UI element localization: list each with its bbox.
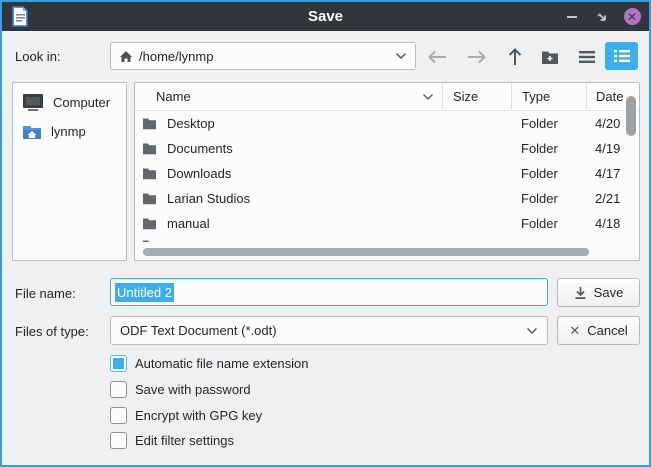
- window-title: Save: [2, 8, 649, 25]
- file-type-combobox[interactable]: ODF Text Document (*.odt): [110, 316, 548, 345]
- look-in-path: /home/lynmp: [139, 49, 213, 64]
- cancel-icon: ✕: [569, 323, 580, 339]
- file-list-panel: Name Size Type Date Desktop Folder 4/20: [134, 82, 640, 261]
- detail-view-button[interactable]: [605, 42, 638, 70]
- checkbox-edit-filter[interactable]: Edit filter settings: [110, 432, 234, 449]
- file-list-header: Name Size Type Date: [135, 83, 639, 111]
- up-button[interactable]: [501, 43, 529, 70]
- cancel-button-label: Cancel: [587, 323, 627, 338]
- file-row-manual[interactable]: manual Folder 4/18: [135, 211, 639, 236]
- forward-arrow-icon: [466, 49, 488, 65]
- files-of-type-label: Files of type:: [15, 324, 89, 339]
- folder-icon: [142, 217, 157, 230]
- look-in-combobox[interactable]: /home/lynmp: [110, 42, 416, 70]
- vertical-scrollbar-thumb[interactable]: [626, 96, 636, 136]
- file-name-label: File name:: [15, 286, 76, 301]
- sidebar-item-computer[interactable]: Computer: [13, 88, 126, 117]
- forward-button[interactable]: [463, 43, 491, 70]
- checkbox-automatic-extension[interactable]: Automatic file name extension: [110, 355, 308, 372]
- folder-icon: [142, 142, 157, 155]
- home-folder-icon: [22, 124, 42, 140]
- save-button[interactable]: Save: [557, 278, 640, 307]
- sort-chevron-icon: [422, 93, 434, 101]
- folder-icon: [142, 192, 157, 205]
- column-header-type[interactable]: Type: [511, 83, 586, 110]
- column-header-name[interactable]: Name: [135, 83, 442, 110]
- file-type-value: ODF Text Document (*.odt): [120, 323, 277, 338]
- restore-button[interactable]: [593, 8, 611, 26]
- detail-view-icon: [613, 49, 631, 63]
- checkbox-label: Automatic file name extension: [135, 356, 308, 371]
- computer-icon: [22, 93, 44, 112]
- partial-file-row[interactable]: [135, 236, 639, 242]
- checkbox-icon: [110, 407, 127, 424]
- chevron-down-icon: [395, 52, 407, 60]
- file-row-larian-studios[interactable]: Larian Studios Folder 2/21: [135, 186, 639, 211]
- chevron-down-icon: [526, 327, 538, 335]
- file-row-desktop[interactable]: Desktop Folder 4/20: [135, 111, 639, 136]
- checkbox-label: Edit filter settings: [135, 433, 234, 448]
- cancel-button[interactable]: ✕ Cancel: [557, 316, 640, 345]
- short-view-button[interactable]: [573, 43, 601, 70]
- home-icon: [119, 50, 133, 63]
- back-button[interactable]: [423, 43, 451, 70]
- folder-icon: [142, 117, 157, 130]
- file-row-downloads[interactable]: Downloads Folder 4/17: [135, 161, 639, 186]
- up-arrow-icon: [507, 47, 523, 67]
- save-dialog: Save ✕ Look in: /home/lynmp: [0, 0, 651, 467]
- look-in-label: Look in:: [15, 49, 61, 64]
- checkbox-save-with-password[interactable]: Save with password: [110, 381, 251, 398]
- horizontal-scrollbar[interactable]: [139, 248, 619, 256]
- checkbox-icon: [110, 381, 127, 398]
- save-button-label: Save: [594, 285, 624, 300]
- vertical-scrollbar[interactable]: [625, 86, 637, 238]
- close-button[interactable]: ✕: [623, 8, 641, 26]
- new-folder-button[interactable]: [536, 43, 564, 70]
- restore-icon: [595, 10, 609, 24]
- file-row-documents[interactable]: Documents Folder 4/19: [135, 136, 639, 161]
- folder-icon: [142, 239, 157, 242]
- checkbox-icon: [110, 432, 127, 449]
- sidebar-item-label: Computer: [53, 95, 110, 110]
- back-arrow-icon: [426, 49, 448, 65]
- column-header-size[interactable]: Size: [442, 83, 511, 110]
- writer-document-icon: [10, 6, 30, 27]
- file-name-input[interactable]: Untitled 2: [110, 278, 548, 306]
- sidebar-item-label: lynmp: [51, 124, 86, 139]
- folder-icon: [142, 167, 157, 180]
- checkbox-icon: [110, 355, 127, 372]
- horizontal-scrollbar-thumb[interactable]: [143, 248, 589, 256]
- list-view-icon: [578, 50, 596, 64]
- minimize-button[interactable]: [563, 8, 581, 26]
- checkbox-encrypt-gpg[interactable]: Encrypt with GPG key: [110, 407, 262, 424]
- places-sidebar: Computer lynmp: [12, 82, 127, 261]
- save-icon: [574, 286, 587, 300]
- sidebar-item-lynmp[interactable]: lynmp: [13, 117, 126, 146]
- new-folder-icon: [541, 49, 559, 65]
- checkbox-label: Encrypt with GPG key: [135, 408, 262, 423]
- checkbox-label: Save with password: [135, 382, 251, 397]
- close-icon: ✕: [624, 8, 641, 25]
- titlebar: Save ✕: [2, 2, 649, 31]
- file-name-value: Untitled 2: [115, 283, 174, 302]
- file-rows: Desktop Folder 4/20 Documents Folder 4/1…: [135, 111, 639, 242]
